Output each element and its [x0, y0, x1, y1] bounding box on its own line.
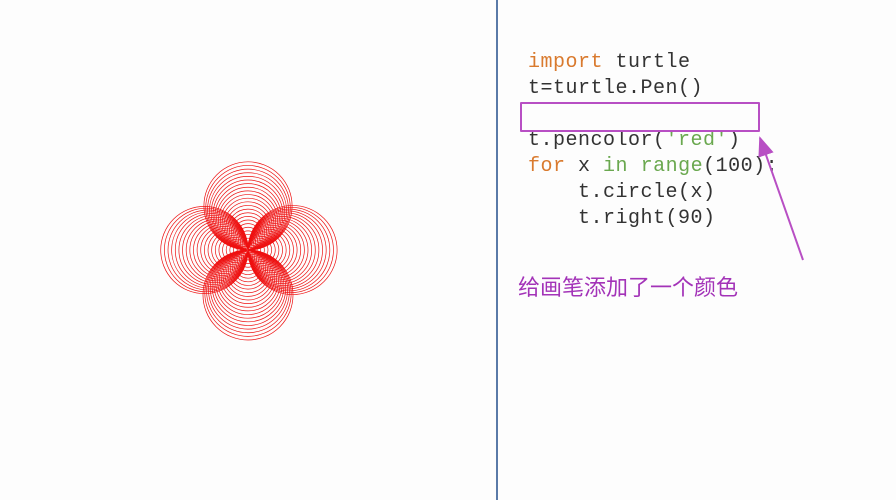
code-kw-for: for	[528, 155, 566, 178]
code-text: t.right(90)	[528, 207, 716, 230]
code-text: t.circle(x)	[528, 181, 716, 204]
turtle-output-panel	[0, 0, 496, 500]
code-text: (100):	[703, 155, 778, 178]
code-text: )	[728, 129, 741, 152]
code-arg: 'red'	[666, 129, 729, 152]
code-text: turtle	[603, 51, 691, 74]
code-kw-import: import	[528, 51, 603, 74]
code-kw-in: in	[603, 155, 628, 178]
code-text: x	[566, 155, 604, 178]
python-code: import turtle t=turtle.Pen() t.pencolor(…	[528, 50, 876, 232]
code-kw-range: range	[641, 155, 704, 178]
code-text: t=turtle.Pen()	[528, 77, 703, 100]
turtle-drawing	[8, 10, 488, 490]
code-panel: import turtle t=turtle.Pen() t.pencolor(…	[498, 0, 896, 500]
annotation-text: 给画笔添加了一个颜色	[518, 270, 738, 302]
code-text: t.pencolor(	[528, 129, 666, 152]
code-text	[628, 155, 641, 178]
